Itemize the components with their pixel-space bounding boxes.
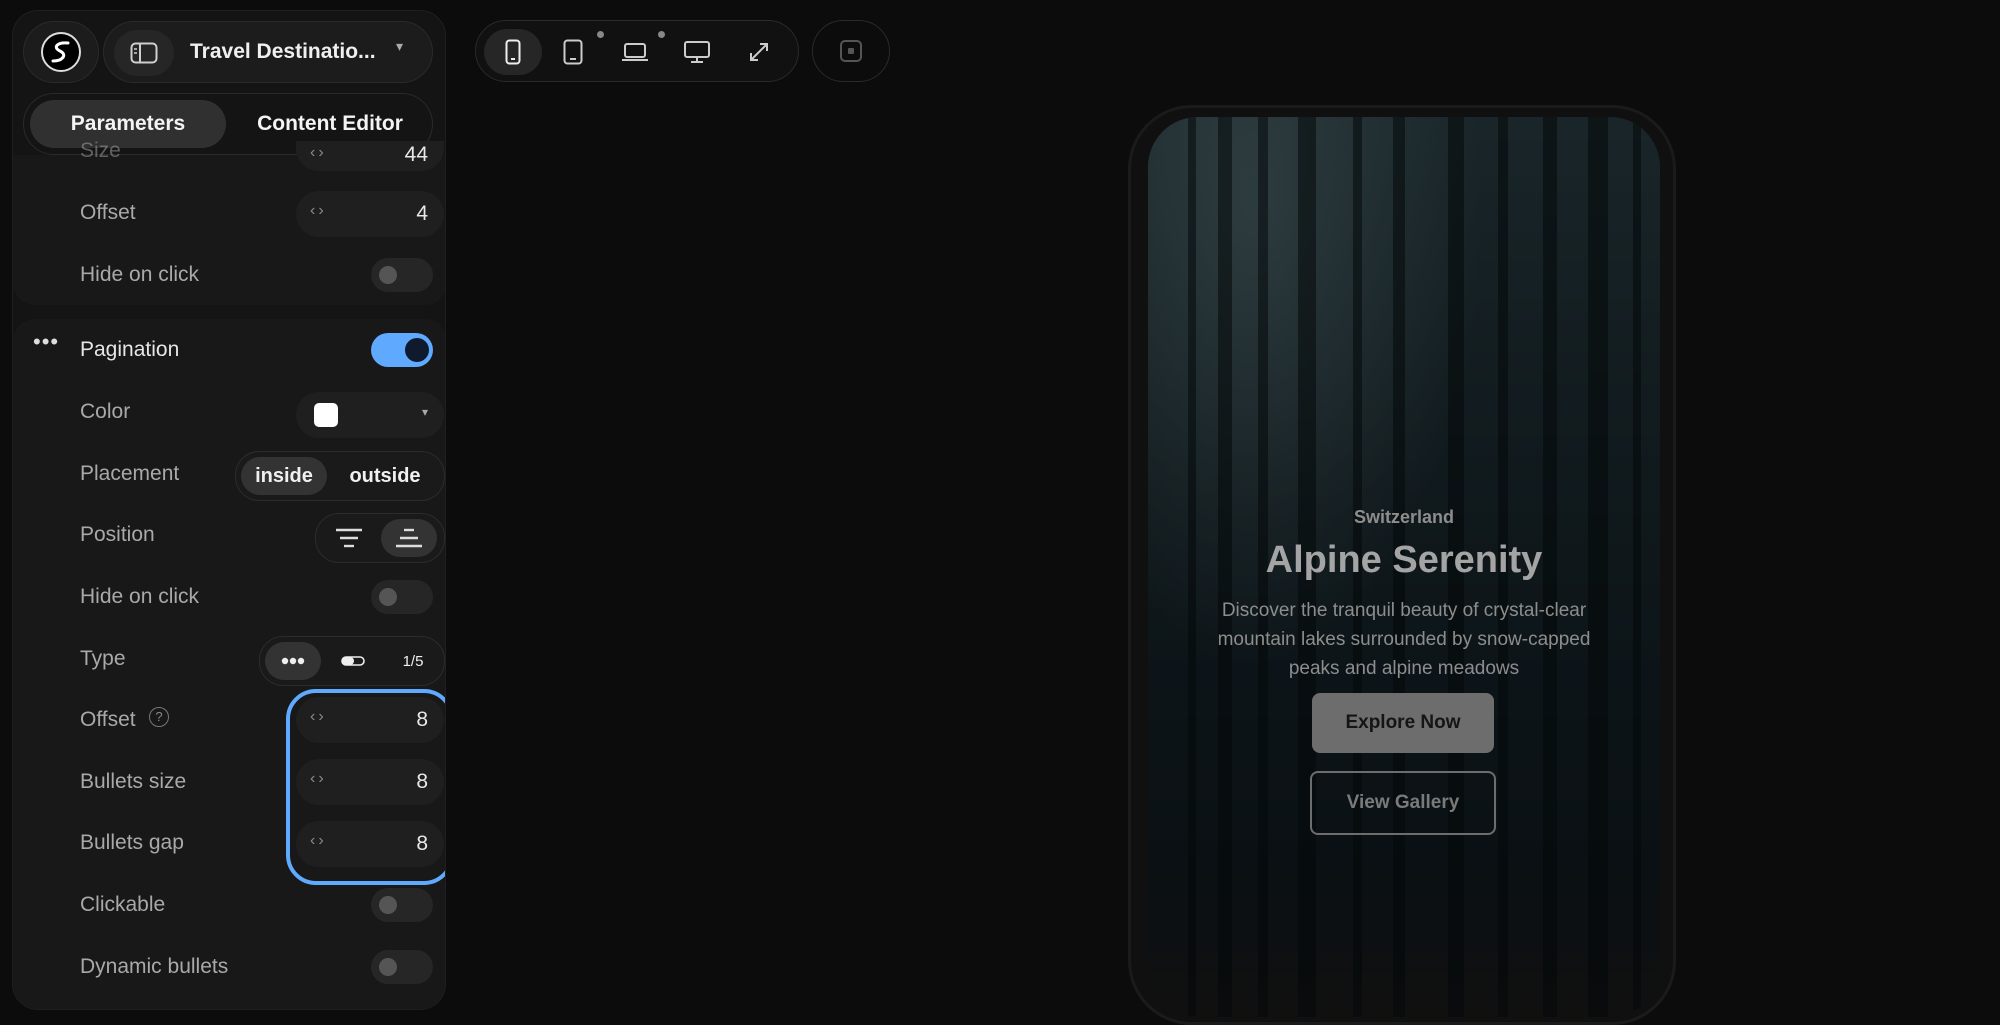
laptop-device-icon[interactable] [606, 29, 664, 75]
bullets-gap-stepper[interactable]: ‹› 8 [296, 821, 444, 867]
position-segmented [315, 513, 445, 563]
type-label: Type [80, 647, 126, 670]
drag-arrows-icon: ‹› [310, 708, 327, 725]
pagination-offset-stepper[interactable]: ‹› 8 [296, 697, 444, 743]
parameters-sidebar: Travel Destinatio... ▾ Parameters Conten… [12, 10, 446, 1010]
explore-now-button[interactable]: Explore Now [1312, 693, 1494, 753]
bullets-type-icon[interactable] [265, 642, 321, 680]
type-segmented: 1/5 [259, 636, 445, 686]
clickable-label: Clickable [80, 893, 166, 916]
bullets-size-value: 8 [416, 770, 428, 793]
drag-arrows-icon: ‹› [310, 832, 327, 849]
bullets-gap-label: Bullets gap [80, 831, 184, 854]
app-logo[interactable] [23, 21, 99, 83]
dynamic-bullets-toggle[interactable] [371, 950, 433, 984]
tablet-device-icon[interactable] [544, 29, 602, 75]
placement-segmented: inside outside [235, 451, 445, 501]
help-icon[interactable]: ? [149, 707, 169, 727]
pagination-hide-on-click-label: Hide on click [80, 585, 200, 608]
size-label: Size [80, 139, 121, 162]
tab-parameters[interactable]: Parameters [30, 100, 226, 148]
project-title: Travel Destinatio... [190, 40, 376, 63]
device-toolbar [475, 20, 799, 82]
hide-on-click-toggle[interactable] [371, 258, 433, 292]
color-swatch [314, 403, 338, 427]
size-value: 44 [404, 143, 428, 166]
focus-frame-icon [840, 40, 862, 62]
pagination-offset-label: Offset [80, 708, 136, 731]
offset-value: 4 [416, 202, 428, 225]
placement-outside-option[interactable]: outside [331, 457, 439, 495]
clickable-toggle[interactable] [371, 888, 433, 922]
desktop-device-icon[interactable] [668, 29, 726, 75]
slide-description: Discover the tranquil beauty of crystal-… [1148, 596, 1660, 683]
placement-inside-option[interactable]: inside [241, 457, 327, 495]
sidebar-toggle-icon[interactable] [114, 30, 174, 76]
logo-icon [41, 32, 81, 72]
pagination-hide-on-click-toggle[interactable] [371, 580, 433, 614]
pagination-toggle[interactable] [371, 333, 433, 367]
mobile-device-icon[interactable] [484, 29, 542, 75]
offset-label: Offset [80, 201, 136, 224]
bullets-size-stepper[interactable]: ‹› 8 [296, 759, 444, 805]
slide-preview[interactable]: Switzerland Alpine Serenity Discover the… [1148, 117, 1660, 1017]
color-picker[interactable]: ▾ [296, 392, 444, 438]
description-line: Discover the tranquil beauty of crystal-… [1221, 600, 1587, 621]
color-label: Color [80, 400, 131, 423]
offset-stepper[interactable]: ‹› 4 [296, 191, 444, 237]
slide-title: Alpine Serenity [1265, 539, 1543, 581]
bullets-size-label: Bullets size [80, 770, 187, 793]
preview-mode-button[interactable] [812, 20, 890, 82]
dynamic-bullets-label: Dynamic bullets [80, 955, 229, 978]
drag-arrows-icon: ‹› [310, 202, 327, 219]
progressbar-type-icon[interactable] [325, 642, 381, 680]
fraction-type-option[interactable]: 1/5 [385, 642, 441, 680]
bullets-gap-value: 8 [416, 832, 428, 855]
slide-eyebrow: Switzerland [1353, 507, 1455, 527]
chevron-down-icon: ▾ [396, 38, 404, 54]
drag-arrows-icon: ‹› [310, 144, 327, 161]
hide-on-click-label: Hide on click [80, 263, 200, 286]
placement-label: Placement [80, 462, 180, 485]
pagination-offset-value: 8 [416, 708, 428, 731]
tablet-indicator-dot [597, 31, 604, 38]
laptop-indicator-dot [658, 31, 665, 38]
position-label: Position [80, 523, 155, 546]
description-line: peaks and alpine meadows [1288, 658, 1520, 679]
fullscreen-expand-icon[interactable] [730, 29, 788, 75]
view-gallery-button[interactable]: View Gallery [1310, 771, 1496, 835]
more-options-icon[interactable]: ••• [33, 329, 59, 355]
project-selector[interactable]: Travel Destinatio... ▾ [103, 21, 433, 83]
description-line: mountain lakes surrounded by snow-capped [1217, 629, 1591, 650]
pagination-label: Pagination [80, 338, 180, 361]
align-bottom-icon[interactable] [381, 519, 437, 557]
size-stepper[interactable]: ‹› 44 [296, 141, 444, 171]
chevron-down-icon: ▾ [421, 405, 428, 419]
drag-arrows-icon: ‹› [310, 770, 327, 787]
align-top-icon[interactable] [321, 519, 377, 557]
